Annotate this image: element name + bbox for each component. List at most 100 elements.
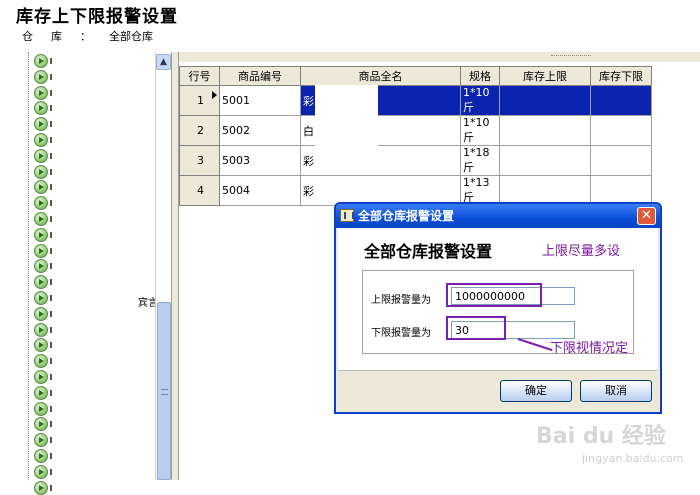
close-icon[interactable]: ✕ [637, 207, 656, 225]
lower-highlight-box [446, 316, 506, 340]
tree-node-icon[interactable] [34, 227, 48, 242]
table-row[interactable]: 2 5002 白 1*10斤 [179, 115, 652, 146]
tree-node-label[interactable] [50, 342, 52, 349]
tree-node-label[interactable] [50, 389, 52, 396]
table-row[interactable]: 1 5001 彩 1*10斤 [179, 85, 652, 116]
tree-node-label[interactable] [50, 137, 52, 143]
tree-node-label[interactable] [50, 247, 52, 254]
tree-node-label[interactable] [50, 468, 52, 475]
product-code-cell[interactable]: 5002 [219, 115, 301, 146]
tree-node-icon[interactable] [34, 306, 48, 321]
grid-header-row: 行号 商品编号 商品全名 规格 库存上限 库存下限 [179, 66, 652, 86]
tree-node-label[interactable] [50, 89, 52, 96]
dialog-title: 全部仓库报警设置 [358, 209, 455, 223]
lower-limit-cell[interactable] [590, 85, 652, 116]
product-code-cell[interactable]: 5001 [219, 85, 301, 116]
upper-highlight-box [446, 283, 542, 307]
tree-node-label[interactable] [50, 168, 52, 175]
scroll-up-button[interactable]: ▲ [156, 54, 171, 70]
dialog-divider [338, 370, 658, 371]
tree-node-label[interactable] [50, 295, 52, 301]
tree-node-label[interactable] [50, 437, 52, 444]
page-title: 库存上下限报警设置 [16, 7, 178, 27]
tree-node-label[interactable] [50, 310, 52, 317]
ok-button[interactable]: 确定 [500, 380, 572, 402]
watermark-logo: Bai du 经验 [536, 424, 666, 449]
tree-node-icon[interactable] [34, 212, 48, 226]
tree-node-icon[interactable] [34, 69, 48, 84]
tree-node-label[interactable] [50, 152, 52, 159]
tree-node-icon[interactable] [34, 133, 48, 147]
row-number-cell: 2 [179, 115, 220, 146]
row-number-cell: 3 [179, 145, 220, 176]
tree-node-label[interactable] [50, 121, 52, 128]
tree-node-icon[interactable] [34, 449, 48, 463]
cancel-button[interactable]: 取消 [580, 380, 652, 402]
col-header-row-number[interactable]: 行号 [179, 66, 220, 86]
tree-node-label[interactable] [50, 484, 52, 491]
lower-limit-annotation: 下限视情况定 [550, 341, 629, 356]
product-code-cell[interactable]: 5004 [219, 175, 301, 206]
spec-cell[interactable]: 1*10斤 [460, 85, 500, 116]
tree-scrollbar[interactable]: ▲ [155, 52, 171, 480]
tree-node-icon[interactable] [34, 401, 48, 416]
tree-node-icon[interactable] [34, 480, 48, 495]
upper-limit-cell[interactable] [499, 115, 591, 146]
warehouse-value[interactable]: 全部仓库 [109, 30, 153, 43]
tree-node-label[interactable] [50, 216, 52, 222]
upper-limit-cell[interactable] [499, 85, 591, 116]
dialog-titlebar[interactable]: 全部仓库报警设置 ✕ [336, 204, 660, 228]
row-pointer-icon [212, 91, 217, 99]
grip-icon[interactable] [551, 55, 591, 58]
tree-node-label[interactable] [50, 73, 52, 80]
tree-node-icon[interactable] [34, 85, 48, 100]
spec-cell[interactable]: 1*10斤 [460, 115, 500, 146]
spec-cell[interactable]: 1*18斤 [460, 145, 500, 176]
upper-limit-cell[interactable] [499, 145, 591, 176]
tree-node-label[interactable] [50, 231, 52, 238]
lower-limit-cell[interactable] [590, 115, 652, 146]
product-code-cell[interactable]: 5003 [219, 145, 301, 176]
scroll-grip-icon [161, 389, 168, 395]
redaction-mask [315, 85, 378, 161]
tree-node-icon[interactable] [34, 54, 48, 68]
tree-node-icon[interactable] [34, 464, 48, 479]
table-row[interactable]: 3 5003 彩 1*18斤 [179, 145, 652, 176]
tree-node-label[interactable] [50, 184, 52, 191]
tree-node-icon[interactable] [34, 148, 48, 163]
scroll-thumb[interactable] [157, 302, 171, 480]
tree-node-label[interactable] [50, 279, 52, 286]
tree-node-label[interactable] [50, 358, 52, 365]
tree-node-label[interactable] [50, 263, 52, 270]
upper-limit-cell[interactable] [499, 175, 591, 206]
pane-splitter[interactable] [171, 52, 179, 480]
tree-node-icon[interactable] [34, 370, 48, 384]
tree-node-icon[interactable] [34, 291, 48, 305]
tree-node-label[interactable] [50, 326, 52, 333]
lower-limit-cell[interactable] [590, 145, 652, 176]
dialog-heading: 全部仓库报警设置 [364, 242, 493, 261]
product-name-cell[interactable]: 彩 [300, 175, 461, 206]
tree-node-label[interactable] [50, 58, 52, 64]
lower-limit-cell[interactable] [590, 175, 652, 206]
col-header-product-name[interactable]: 商品全名 [300, 66, 461, 86]
col-header-lower-limit[interactable]: 库存下限 [590, 66, 652, 86]
tree-node-label[interactable] [50, 421, 52, 428]
grid-top-bar [179, 52, 700, 62]
col-header-product-code[interactable]: 商品编号 [219, 66, 301, 86]
tree-node-icon[interactable] [34, 322, 48, 337]
tree-node-icon[interactable] [34, 243, 48, 258]
tree-node-label[interactable] [50, 405, 52, 412]
row-number-cell: 4 [179, 175, 220, 206]
watermark-url: jingyan.baidu.com [582, 452, 684, 465]
col-header-spec[interactable]: 规格 [460, 66, 500, 86]
spec-cell[interactable]: 1*13斤 [460, 175, 500, 206]
tree-node-label[interactable] [50, 374, 52, 380]
col-header-upper-limit[interactable]: 库存上限 [499, 66, 591, 86]
tree-node-label[interactable] [50, 200, 52, 207]
tree-node-label[interactable] [50, 453, 52, 459]
tree-node-label[interactable] [50, 105, 52, 112]
tree-node-icon[interactable] [34, 164, 48, 179]
tree-node-icon[interactable] [34, 385, 48, 400]
table-row[interactable]: 4 5004 彩 1*13斤 [179, 175, 652, 206]
